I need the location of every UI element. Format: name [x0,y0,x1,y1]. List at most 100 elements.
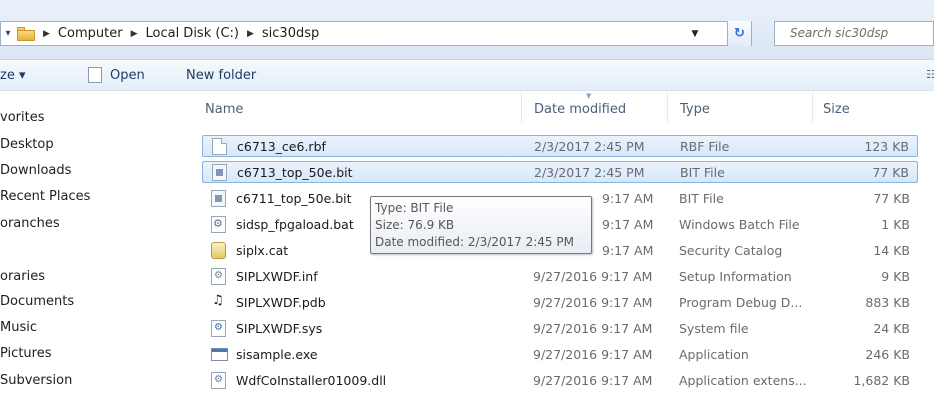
navigation-pane: vorites Desktop Downloads Recent Places … [0,92,183,398]
file-type: Windows Batch File [679,217,800,232]
nav-item-music[interactable]: Music [0,320,37,335]
nav-item-libraries[interactable]: oraries [0,269,45,284]
address-bar-row: ▾ ▶ Computer ▶ Local Disk (C:) ▶ sic30ds… [0,0,934,60]
open-label: Open [110,68,145,83]
file-size: 1,682 KB [853,373,910,388]
file-date-modified: 9:17 AM [602,217,654,232]
file-name: siplx.cat [236,243,289,258]
column-header-date-modified[interactable]: Date modified [534,102,626,117]
column-header-name[interactable]: Name [205,102,243,117]
file-size: 77 KB [873,191,910,206]
tooltip-type: Type: BIT File [375,201,454,215]
nav-item-favorites[interactable]: vorites [0,110,44,125]
file-info-tooltip: Type: BIT File Size: 76.9 KB Date modifi… [370,196,592,254]
file-type: BIT File [680,165,725,180]
application-icon [211,348,228,361]
open-button[interactable]: Open [88,66,145,83]
column-header-type[interactable]: Type [680,102,710,117]
nav-item-documents[interactable]: Documents [0,294,74,309]
nav-item-subversion[interactable]: Subversion [0,373,72,388]
file-type: Program Debug D... [679,295,803,310]
file-row[interactable]: c6713_ce6.rbf 2/3/2017 2:45 PM RBF File … [202,135,918,157]
file-date-modified: 9/27/2016 9:17 AM [533,373,653,388]
folder-icon [17,26,35,41]
file-name: WdfCoInstaller01009.dll [236,373,387,388]
breadcrumb-computer[interactable]: Computer [58,26,123,41]
tooltip-size: Size: 76.9 KB [375,218,455,232]
file-date-modified: 2/3/2017 2:45 PM [534,139,645,154]
setup-info-icon [211,268,226,285]
breadcrumb-arrow-icon[interactable]: ▶ [247,29,254,39]
file-type: Application extens... [679,373,807,388]
search-input[interactable]: Search sic30dsp [774,21,934,46]
column-header-row: Name ▼ Date modified Type Size [184,92,934,123]
file-type: Security Catalog [679,243,783,258]
debug-database-icon [211,293,226,311]
column-divider[interactable] [812,92,813,123]
file-name: c6713_ce6.rbf [237,139,326,154]
file-size: 123 KB [864,139,909,154]
file-size: 1 KB [881,217,910,232]
tooltip-date-modified: Date modified: 2/3/2017 2:45 PM [375,235,574,249]
file-row[interactable]: SIPLXWDF.pdb 9/27/2016 9:17 AM Program D… [202,292,918,314]
file-name: SIPLXWDF.pdb [236,295,326,310]
file-name: SIPLXWDF.sys [236,321,323,336]
column-header-size[interactable]: Size [823,102,850,117]
file-size: 9 KB [881,269,910,284]
address-bar[interactable]: ▾ ▶ Computer ▶ Local Disk (C:) ▶ sic30ds… [0,21,752,46]
column-divider[interactable] [521,92,522,123]
file-row[interactable]: WdfCoInstaller01009.dll 9/27/2016 9:17 A… [202,370,918,392]
file-date-modified: 9/27/2016 9:17 AM [533,269,653,284]
recent-locations-icon[interactable]: ▾ [1,22,15,45]
sort-indicator-icon: ▼ [586,92,592,100]
bit-file-icon [212,164,227,181]
file-date-modified: 9:17 AM [602,191,654,206]
bit-file-icon [211,190,226,207]
file-type: RBF File [680,139,730,154]
view-options-icon[interactable]: ☷ [926,68,934,82]
system-file-icon [211,320,226,337]
security-catalog-icon [211,242,226,259]
file-name: sisample.exe [236,347,318,362]
file-size: 246 KB [865,347,910,362]
file-row[interactable]: SIPLXWDF.sys 9/27/2016 9:17 AM System fi… [202,318,918,340]
nav-item-pictures[interactable]: Pictures [0,346,51,361]
nav-item-branches[interactable]: oranches [0,216,60,231]
file-date-modified: 9:17 AM [602,243,654,258]
column-divider[interactable] [667,92,668,123]
new-folder-button[interactable]: New folder [186,68,256,83]
breadcrumb-arrow-icon[interactable]: ▶ [43,29,50,39]
refresh-icon[interactable]: ↻ [727,21,751,46]
file-name: c6711_top_50e.bit [236,191,352,206]
file-name: SIPLXWDF.inf [236,269,318,284]
file-size: 24 KB [873,321,910,336]
batch-file-icon [211,216,226,233]
file-type: Application [679,347,749,362]
command-toolbar: ze ▾ Open New folder ☷ [0,61,934,91]
file-name: c6713_top_50e.bit [237,165,353,180]
file-size: 77 KB [872,165,909,180]
file-type: BIT File [679,191,724,206]
file-size: 14 KB [873,243,910,258]
file-type: Setup Information [679,269,792,284]
nav-item-downloads[interactable]: Downloads [0,163,71,178]
address-dropdown-icon[interactable]: ▼ [686,22,704,45]
dll-file-icon [211,372,226,389]
file-date-modified: 9/27/2016 9:17 AM [533,295,653,310]
file-name: sidsp_fpgaload.bat [236,217,354,232]
breadcrumb-arrow-icon[interactable]: ▶ [131,29,138,39]
file-row[interactable]: SIPLXWDF.inf 9/27/2016 9:17 AM Setup Inf… [202,266,918,288]
file-date-modified: 2/3/2017 2:45 PM [534,165,645,180]
file-icon [88,66,102,83]
nav-item-recent-places[interactable]: Recent Places [0,189,90,204]
breadcrumb-sic30dsp[interactable]: sic30dsp [262,26,319,41]
file-size: 883 KB [865,295,910,310]
organize-button[interactable]: ze ▾ [0,68,25,83]
breadcrumb-local-disk[interactable]: Local Disk (C:) [145,26,238,41]
file-row[interactable]: c6713_top_50e.bit 2/3/2017 2:45 PM BIT F… [202,161,918,183]
document-icon [212,138,227,155]
file-date-modified: 9/27/2016 9:17 AM [533,347,653,362]
file-row[interactable]: sisample.exe 9/27/2016 9:17 AM Applicati… [202,344,918,366]
file-type: System file [679,321,749,336]
nav-item-desktop[interactable]: Desktop [0,137,54,152]
